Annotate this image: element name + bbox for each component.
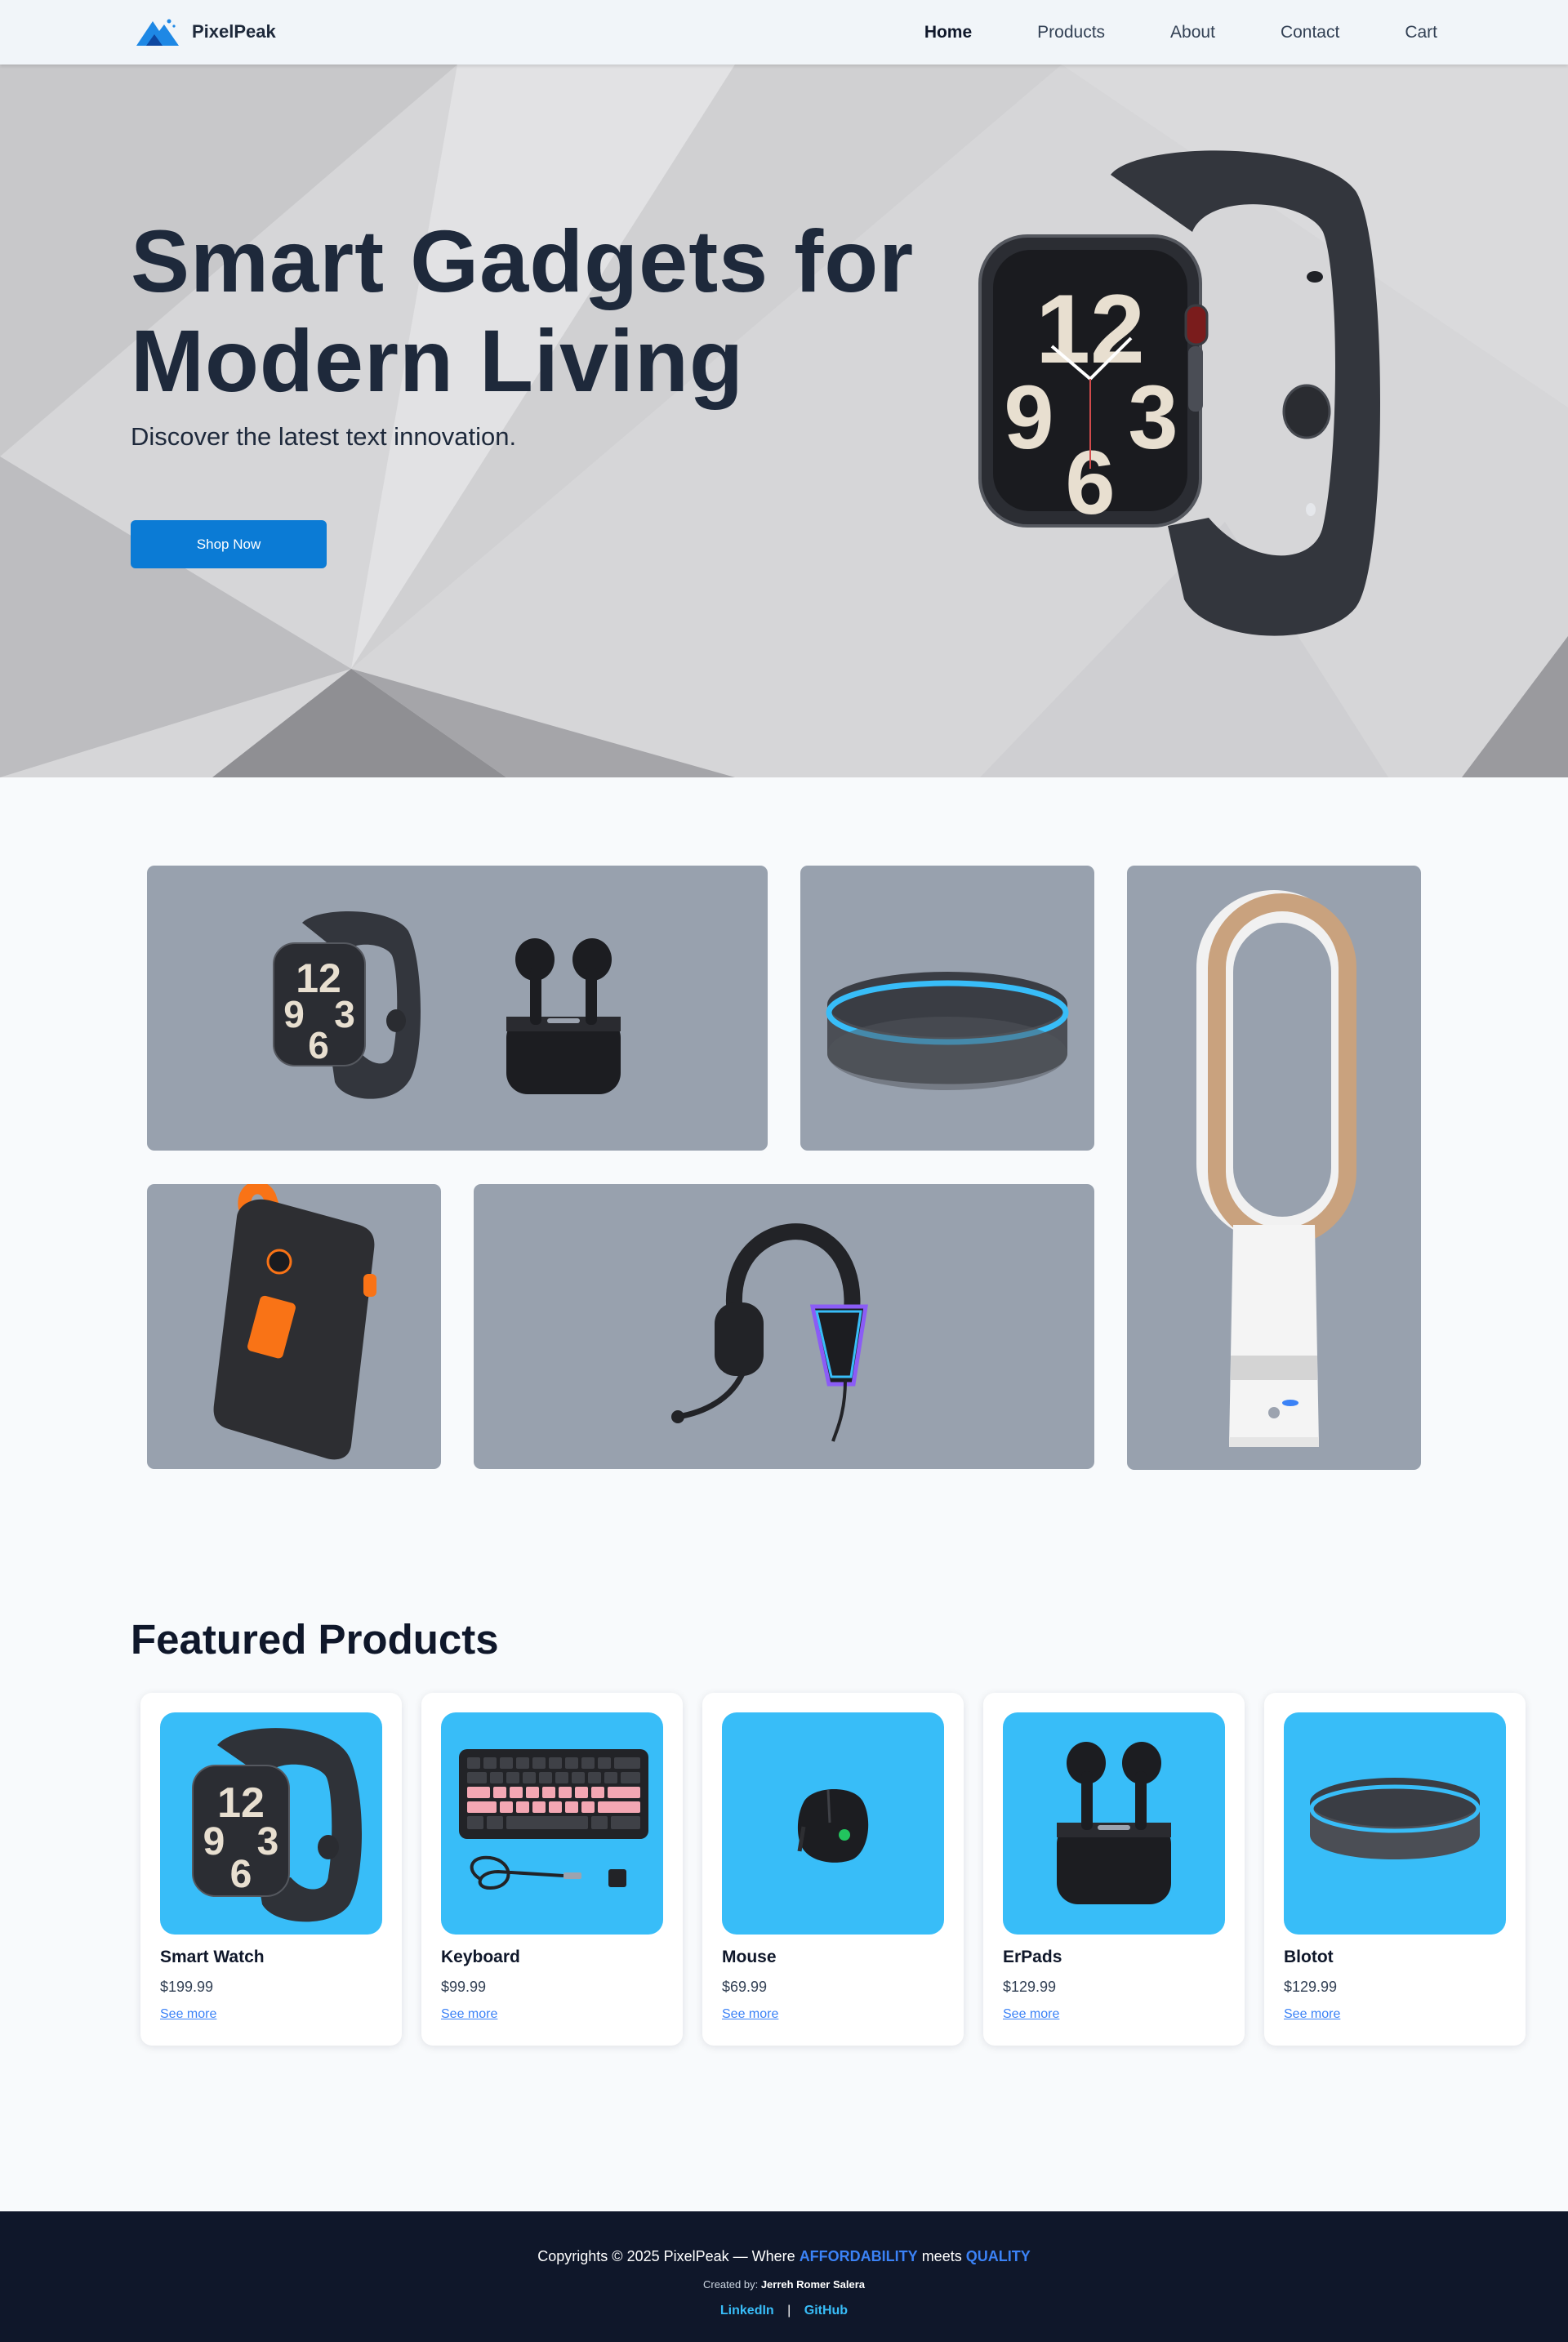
- see-more-link[interactable]: See more: [160, 2007, 216, 2022]
- brand[interactable]: PixelPeak: [135, 16, 276, 47]
- nav-link-products[interactable]: Products: [1037, 23, 1105, 42]
- nav-links: Home Products About Contact Cart: [924, 0, 1437, 65]
- shop-now-button[interactable]: Shop Now: [131, 520, 327, 568]
- product-card[interactable]: ErPads $129.99 See more: [983, 1693, 1245, 2046]
- bladeless-fan-icon: [1196, 890, 1356, 1447]
- footer-copyright: Copyrights © 2025 PixelPeak — Where AFFO…: [0, 2248, 1568, 2265]
- svg-text:6: 6: [308, 1024, 329, 1066]
- top-navbar: PixelPeak Home Products About Contact Ca…: [0, 0, 1568, 65]
- nav-link-home[interactable]: Home: [924, 23, 972, 42]
- svg-text:3: 3: [334, 993, 355, 1035]
- power-bank-icon: [213, 1184, 376, 1460]
- product-card[interactable]: 12 9 3 6 Smart Watch $199.99 See more: [140, 1693, 402, 2046]
- svg-text:6: 6: [230, 1853, 252, 1896]
- headset-icon: [671, 1223, 868, 1442]
- copyright-text: Copyrights © 2025 PixelPeak — Where: [537, 2248, 795, 2264]
- svg-text:3: 3: [257, 1820, 279, 1863]
- earbuds-icon: [506, 938, 621, 1094]
- svg-text:9: 9: [1004, 367, 1054, 468]
- see-more-link[interactable]: See more: [1284, 2007, 1340, 2022]
- svg-text:9: 9: [203, 1820, 225, 1863]
- created-by-label: Created by:: [702, 2278, 759, 2291]
- mouse-icon: [797, 1788, 869, 1863]
- product-name: ErPads: [1003, 1948, 1062, 1966]
- mountain-logo-icon: [136, 19, 179, 46]
- nav-link-about[interactable]: About: [1170, 23, 1215, 42]
- see-more-link[interactable]: See more: [1003, 2007, 1059, 2022]
- gallery-tile-watch-earbuds[interactable]: 12 9 3 6: [147, 866, 768, 1151]
- keyboard-icon: [459, 1749, 648, 1890]
- product-name: Blotot: [1284, 1948, 1334, 1966]
- nav-link-contact[interactable]: Contact: [1281, 23, 1339, 42]
- brand-name: PixelPeak: [192, 21, 276, 42]
- footer-credits: Created by: Jerreh Romer Salera: [0, 2278, 1568, 2291]
- smartwatch-icon: 12 9 3 6: [273, 911, 421, 1099]
- footer-social-links: LinkedIn | GitHub: [0, 2304, 1568, 2318]
- footer: Copyrights © 2025 PixelPeak — Where AFFO…: [0, 2211, 1568, 2342]
- hero-title-line2: Modern Living: [131, 311, 744, 410]
- linkedin-link[interactable]: LinkedIn: [720, 2304, 774, 2318]
- product-image: [1284, 1712, 1506, 1935]
- hero-title-line1: Smart Gadgets for: [131, 211, 915, 310]
- nav-link-cart[interactable]: Cart: [1405, 23, 1437, 42]
- product-name: Keyboard: [441, 1948, 520, 1966]
- product-price: $129.99: [1003, 1979, 1057, 1995]
- gallery-tile-power-bank[interactable]: [147, 1184, 441, 1469]
- affordability-highlight: AFFORDABILITY: [799, 2248, 918, 2264]
- see-more-link[interactable]: See more: [722, 2007, 778, 2022]
- product-name: Mouse: [722, 1948, 777, 1966]
- link-separator: |: [787, 2304, 791, 2318]
- product-card[interactable]: Blotot $129.99 See more: [1264, 1693, 1526, 2046]
- product-card[interactable]: Keyboard $99.99 See more: [421, 1693, 683, 2046]
- gallery-tile-fan[interactable]: [1127, 866, 1421, 1470]
- svg-text:9: 9: [283, 993, 305, 1035]
- product-name: Smart Watch: [160, 1948, 265, 1966]
- product-image: [722, 1712, 944, 1935]
- gallery-tile-headset[interactable]: [474, 1184, 1094, 1469]
- hero-title: Smart Gadgets for Modern Living: [131, 211, 914, 411]
- smart-speaker-icon: [1309, 1778, 1481, 1859]
- hero-section: Smart Gadgets for Modern Living Discover…: [0, 65, 1568, 777]
- product-price: $199.99: [160, 1979, 214, 1995]
- product-price: $99.99: [441, 1979, 487, 1995]
- smartwatch-image: 12 9 3 6: [978, 150, 1380, 636]
- product-image: 12 9 3 6: [160, 1712, 382, 1935]
- smart-speaker-icon: [826, 972, 1069, 1090]
- product-price: $69.99: [722, 1979, 768, 1995]
- earbuds-icon: [1057, 1742, 1171, 1904]
- svg-text:3: 3: [1128, 367, 1178, 468]
- hero-subtitle: Discover the latest text innovation.: [131, 422, 517, 451]
- quality-highlight: QUALITY: [965, 2248, 1031, 2264]
- gallery-tile-speaker[interactable]: [800, 866, 1094, 1151]
- product-card[interactable]: Mouse $69.99 See more: [702, 1693, 964, 2046]
- author-name: Jerreh Romer Salera: [760, 2278, 865, 2291]
- product-price: $129.99: [1284, 1979, 1338, 1995]
- featured-products-title: Featured Products: [131, 1616, 499, 1663]
- product-image: [1003, 1712, 1225, 1935]
- product-image: [441, 1712, 663, 1935]
- see-more-link[interactable]: See more: [441, 2007, 497, 2022]
- smartwatch-icon: 12 9 3 6: [192, 1728, 362, 1922]
- meets-text: meets: [921, 2248, 962, 2264]
- github-link[interactable]: GitHub: [804, 2304, 848, 2318]
